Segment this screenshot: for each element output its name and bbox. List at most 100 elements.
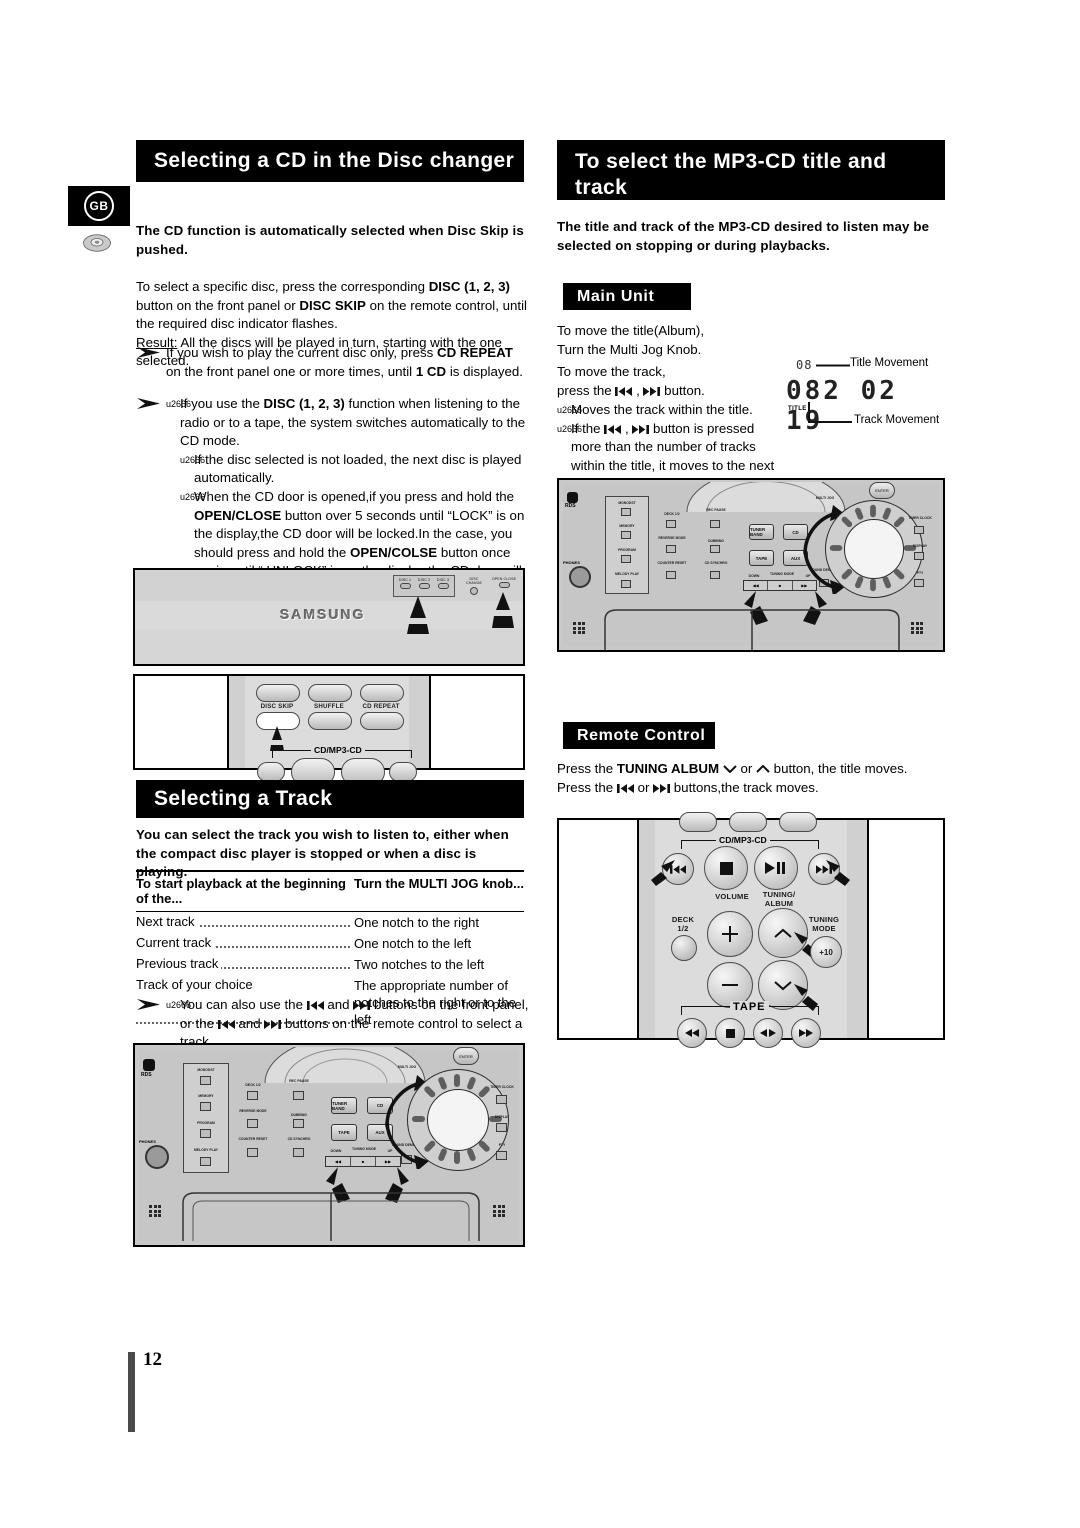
enter-button[interactable]: ENTER <box>453 1047 479 1065</box>
strip-down-button[interactable]: ◀◀ <box>326 1157 351 1166</box>
strip-stop-button[interactable]: ■ <box>768 581 793 590</box>
tuner-band-button[interactable]: TUNER BAND <box>331 1097 357 1114</box>
melody-play-button[interactable] <box>200 1157 211 1166</box>
remote-btn-row1-1[interactable] <box>256 684 300 702</box>
disc-1-label: DISC 1 <box>398 578 412 582</box>
rec-pause-button[interactable] <box>293 1091 304 1100</box>
prev-track-icon <box>616 783 634 793</box>
monodst-button[interactable] <box>621 508 631 516</box>
remote-btn-row1-3[interactable] <box>360 684 404 702</box>
note1-a: If you wish to play the current disc onl… <box>166 345 437 360</box>
open-close-label: OPEN CLOSE <box>491 577 517 581</box>
mu-line-1: To move the title(Album), <box>557 323 705 338</box>
tuner-band-button[interactable]: TUNER BAND <box>749 524 774 540</box>
rc-tuning-album: TUNING ALBUM <box>616 761 720 776</box>
tape-ff-button[interactable] <box>791 1018 821 1048</box>
disc-change-label: DISC CHANGE <box>466 577 482 586</box>
table-cell-action: Previous track <box>136 956 354 973</box>
next-track-icon <box>353 1001 371 1010</box>
remote-btn-row3-4[interactable] <box>389 762 417 782</box>
mu-bullet-1: Moves the track within the title. <box>557 401 787 420</box>
remote-partial-btn-2[interactable] <box>729 812 767 832</box>
cd-synchro-button[interactable] <box>710 571 720 579</box>
dubbing-button[interactable] <box>710 545 720 553</box>
tuning-album-label: TUNING/ ALBUM <box>762 890 796 908</box>
display-button[interactable] <box>914 552 924 560</box>
play-pause-button[interactable] <box>754 846 798 890</box>
program-button[interactable] <box>200 1129 211 1138</box>
table-cell-action: Next track <box>136 914 354 931</box>
next-track-icon <box>643 386 661 396</box>
disc-1-button[interactable]: DISC 1 <box>396 578 414 590</box>
timer-clock-button[interactable] <box>914 526 924 534</box>
dubbing-button[interactable] <box>293 1119 304 1128</box>
counter-reset-button[interactable] <box>247 1148 258 1157</box>
pty-button[interactable] <box>914 579 924 587</box>
rc-line2-b: or <box>633 779 654 795</box>
enter-button[interactable]: ENTER <box>869 482 895 499</box>
monodst-button[interactable] <box>200 1076 211 1085</box>
n2i3-a: When the CD door is opened,if you press … <box>194 488 515 504</box>
memory-button[interactable] <box>200 1102 211 1111</box>
next-track-icon <box>632 424 650 434</box>
tape-button[interactable]: TAPE <box>749 550 774 566</box>
phones-jack[interactable] <box>145 1145 169 1169</box>
right-intro-bold: The title and track of the MP3-CD desire… <box>557 219 930 253</box>
stop-button[interactable] <box>704 846 748 890</box>
deck-label: DECK 1/2 <box>671 915 695 933</box>
cd-repeat-button[interactable] <box>360 712 404 730</box>
note1-1cd: 1 CD <box>415 363 447 379</box>
rewind-icon <box>685 1029 699 1037</box>
rec-pause-button[interactable] <box>710 520 720 528</box>
reverse-mode-button[interactable] <box>666 545 676 553</box>
strip-stop-button[interactable]: ■ <box>351 1157 376 1166</box>
remote-partial-btn-3[interactable] <box>779 812 817 832</box>
pty-button[interactable] <box>496 1151 507 1160</box>
open-close-button[interactable]: OPEN CLOSE <box>491 577 517 589</box>
disc-3-button[interactable]: DISC 3 <box>434 578 452 590</box>
program-button[interactable] <box>621 555 631 563</box>
remote-btn-row3-1[interactable] <box>257 762 285 782</box>
deck12-button[interactable] <box>666 520 676 528</box>
tape-play-button[interactable] <box>753 1018 783 1048</box>
phones-jack[interactable] <box>569 566 591 588</box>
timer-clock-button[interactable] <box>496 1095 507 1104</box>
shuffle-button[interactable] <box>308 712 352 730</box>
remote-partial-btn-1[interactable] <box>679 812 717 832</box>
melody-play-label: MELODY PLAY <box>193 1148 219 1152</box>
deck-button[interactable] <box>671 935 697 961</box>
samsung-logo: SAMSUNG <box>280 606 366 622</box>
rc-line1-a: Press the <box>557 761 617 776</box>
disc-change-button[interactable]: DISC CHANGE <box>461 577 487 595</box>
disc-2-button[interactable]: DISC 2 <box>415 578 433 590</box>
language-tab-label: GB <box>84 191 114 221</box>
melody-play-button[interactable] <box>621 580 631 588</box>
tape-bracket-label: TAPE <box>730 1001 769 1013</box>
mu-bullet-2b: , <box>621 420 633 436</box>
remote-btn-row1-2[interactable] <box>308 684 352 702</box>
arrow-bullet-icon <box>137 398 160 409</box>
main-unit-illustration-bottom: RDS PHONES MONODST MEMORY PROGRAM MELODY… <box>133 1043 525 1247</box>
tape-stop-button[interactable] <box>715 1018 745 1048</box>
tape-button[interactable]: TAPE <box>331 1124 357 1141</box>
plus-ten-button[interactable]: +10 <box>810 936 842 968</box>
n2i1-a: If you use the <box>180 396 264 411</box>
lcd-track-leader-line <box>808 402 852 423</box>
memory-button[interactable] <box>621 531 631 539</box>
reverse-mode-label: REVERSE MODE <box>239 1109 267 1113</box>
stop-icon <box>725 1028 735 1038</box>
deck12-button[interactable] <box>247 1091 258 1100</box>
strip-down-button[interactable]: ◀◀ <box>744 581 769 590</box>
counter-reset-button[interactable] <box>666 571 676 579</box>
reverse-mode-button[interactable] <box>247 1119 258 1128</box>
rds-label: RDS <box>565 503 576 509</box>
monodst-label: MONODST <box>618 501 636 505</box>
cd-synchro-button[interactable] <box>293 1148 304 1157</box>
left-note-2-item-1: If you use the DISC (1, 2, 3) function w… <box>166 395 530 451</box>
table-header-col1: To start playback at the beginning of th… <box>136 876 346 906</box>
display-button[interactable] <box>496 1123 507 1132</box>
rds-label: RDS <box>141 1072 152 1078</box>
program-label: PROGRAM <box>618 548 636 552</box>
volume-up-button[interactable] <box>707 911 753 957</box>
tape-rewind-button[interactable] <box>677 1018 707 1048</box>
